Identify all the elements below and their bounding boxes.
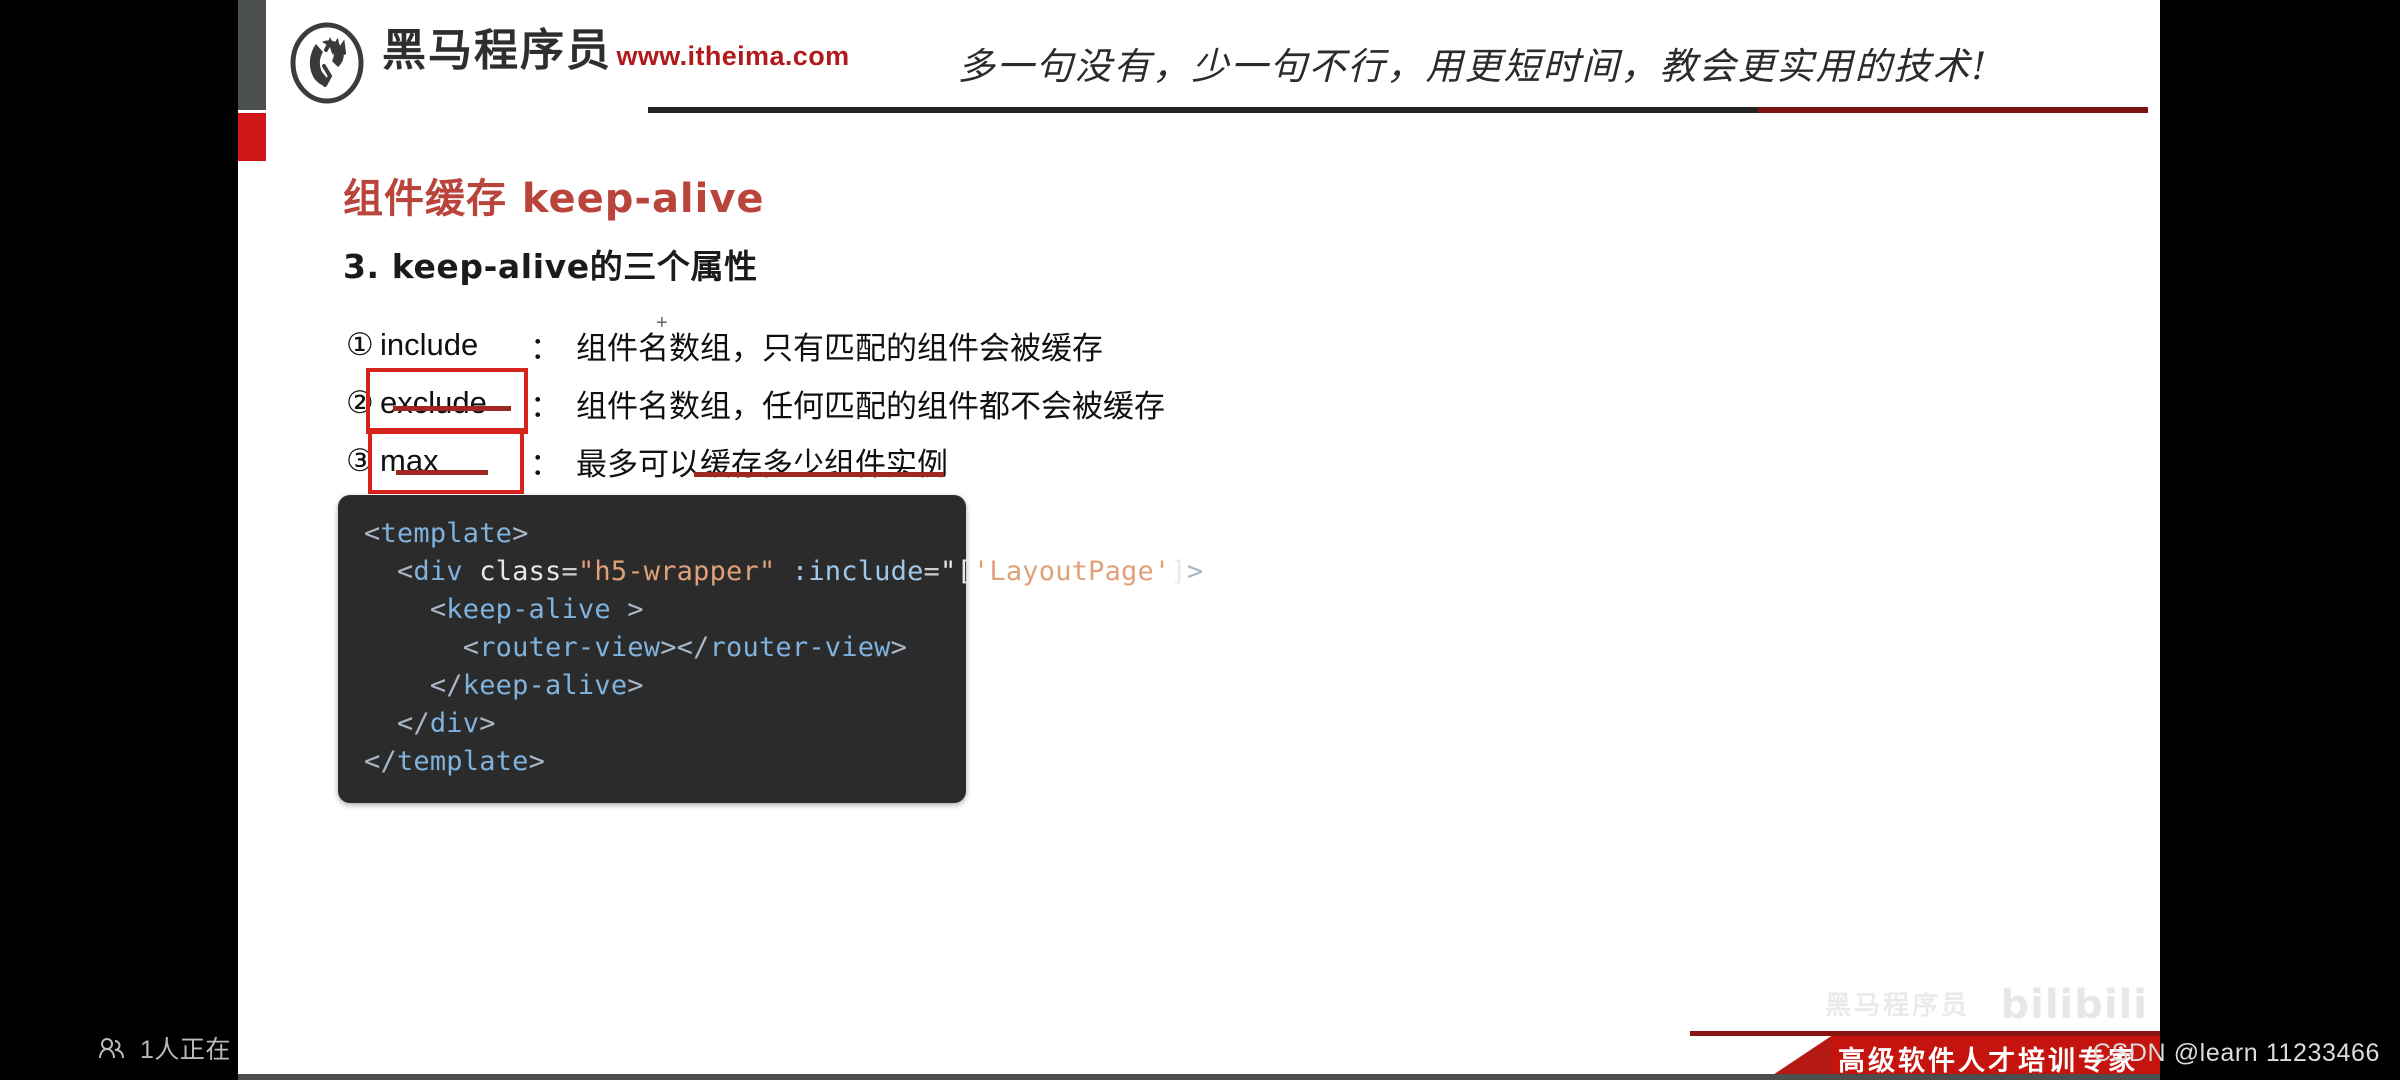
- bullet-key: exclude: [380, 385, 487, 420]
- video-player-stage: 黑马程序员 www.itheima.com 多一句没有，少一句不行，用更短时间，…: [0, 0, 2400, 1080]
- code-token: =: [923, 556, 940, 587]
- code-token: keep-alive: [446, 594, 611, 625]
- bullet-colon: ：: [530, 446, 561, 483]
- bullet-description: 最多可以缓存多少组件实例: [576, 446, 948, 483]
- people-icon: [96, 1035, 128, 1061]
- code-token: <: [364, 518, 381, 549]
- code-token: >: [1186, 556, 1204, 587]
- code-token: 'LayoutPage': [972, 556, 1171, 587]
- bullet-index: ③: [346, 443, 374, 479]
- list-item: ③ max ： 最多可以缓存多少组件实例: [346, 432, 1846, 490]
- code-token: </: [364, 746, 397, 777]
- code-block: <template> <div class="h5-wrapper" :incl…: [338, 495, 1203, 803]
- code-token: class: [462, 556, 562, 587]
- header-divider-rule: [648, 107, 2148, 113]
- code-line: <div class="h5-wrapper" :include="['Layo…: [364, 553, 1203, 591]
- code-lines: <template> <div class="h5-wrapper" :incl…: [364, 515, 1203, 781]
- code-token: <: [364, 594, 447, 625]
- player-bottom-edge: [238, 1074, 2160, 1080]
- section-heading: 3. keep-alive的三个属性: [343, 247, 758, 286]
- code-line: <template>: [364, 515, 940, 553]
- code-line: </keep-alive>: [364, 667, 940, 705]
- bullet-description: 组件名数组，任何匹配的组件都不会被缓存: [576, 388, 1165, 425]
- code-token: "[: [940, 556, 973, 587]
- brand-logo-block: 黑马程序员 www.itheima.com: [286, 22, 850, 104]
- letterbox-right: [2160, 0, 2400, 1080]
- code-token: >: [610, 594, 644, 625]
- bullet-key: include: [380, 327, 479, 362]
- code-line: <router-view></router-view>: [364, 629, 940, 667]
- viewer-count: 1人正在: [96, 1030, 231, 1066]
- letterbox-left: [0, 0, 238, 1080]
- bilibili-watermark: bilibili: [2000, 982, 2148, 1028]
- list-item: ② exclude ： 组件名数组，任何匹配的组件都不会被缓存: [346, 374, 1846, 432]
- bullet-key: max: [380, 443, 439, 478]
- code-token: div: [429, 708, 480, 739]
- csdn-watermark: CSDN @learn 11233466: [2092, 1039, 2380, 1067]
- bullet-colon: ：: [530, 388, 561, 425]
- code-token: ></: [660, 632, 710, 663]
- code-line: <keep-alive >: [364, 591, 940, 629]
- presentation-slide: 黑马程序员 www.itheima.com 多一句没有，少一句不行，用更短时间，…: [238, 0, 2160, 1080]
- brand-url: www.itheima.com: [616, 41, 850, 71]
- brand-name-cn: 黑马程序员: [382, 25, 612, 76]
- code-token: >: [627, 670, 644, 701]
- code-line: </template>: [364, 743, 940, 781]
- header-tagline: 多一句没有，少一句不行，用更短时间，教会更实用的技术!: [957, 45, 1989, 88]
- code-token: template: [380, 518, 513, 549]
- code-token: router-view: [709, 632, 891, 663]
- code-token: </: [364, 670, 463, 701]
- horse-head-logo-icon: [286, 22, 368, 104]
- rule-segment-dark: [648, 107, 1758, 113]
- code-token: div: [413, 556, 463, 587]
- code-block-wrapper: <template> <div class="h5-wrapper" :incl…: [338, 495, 1203, 803]
- code-token: ]: [1170, 556, 1187, 587]
- code-token: template: [396, 746, 529, 777]
- code-token: </: [364, 708, 430, 739]
- code-token: >: [528, 746, 546, 777]
- bullet-description: 组件名数组，只有匹配的组件会被缓存: [576, 330, 1103, 367]
- bullet-colon: ：: [530, 330, 561, 367]
- code-token: :include: [775, 556, 924, 587]
- code-token: >: [890, 632, 908, 663]
- code-token: <: [364, 632, 480, 663]
- code-token: >: [479, 708, 496, 739]
- code-token: >: [512, 518, 529, 549]
- attribute-list: ① include ： 组件名数组，只有匹配的组件会被缓存 ② exclude …: [346, 316, 1846, 490]
- code-token: keep-alive: [462, 670, 628, 701]
- code-token: <: [364, 556, 414, 587]
- page-title: 组件缓存 keep-alive: [343, 176, 765, 222]
- accent-bar-red: [238, 113, 266, 161]
- code-token: router-view: [479, 632, 661, 663]
- bullet-index: ②: [346, 385, 374, 421]
- brand-wordmark: 黑马程序员 www.itheima.com: [382, 22, 850, 74]
- list-item: ① include ： 组件名数组，只有匹配的组件会被缓存: [346, 316, 1846, 374]
- code-line: </div>: [364, 705, 940, 743]
- bilibili-sub-watermark: 黑马程序员: [1824, 990, 1970, 1020]
- accent-bar-gray: [238, 0, 266, 110]
- code-token: =: [561, 556, 578, 587]
- bullet-index: ①: [346, 327, 374, 363]
- rule-segment-red: [1758, 107, 2148, 113]
- viewer-count-label: 1人正在: [140, 1036, 231, 1064]
- code-token: "h5-wrapper": [577, 556, 776, 587]
